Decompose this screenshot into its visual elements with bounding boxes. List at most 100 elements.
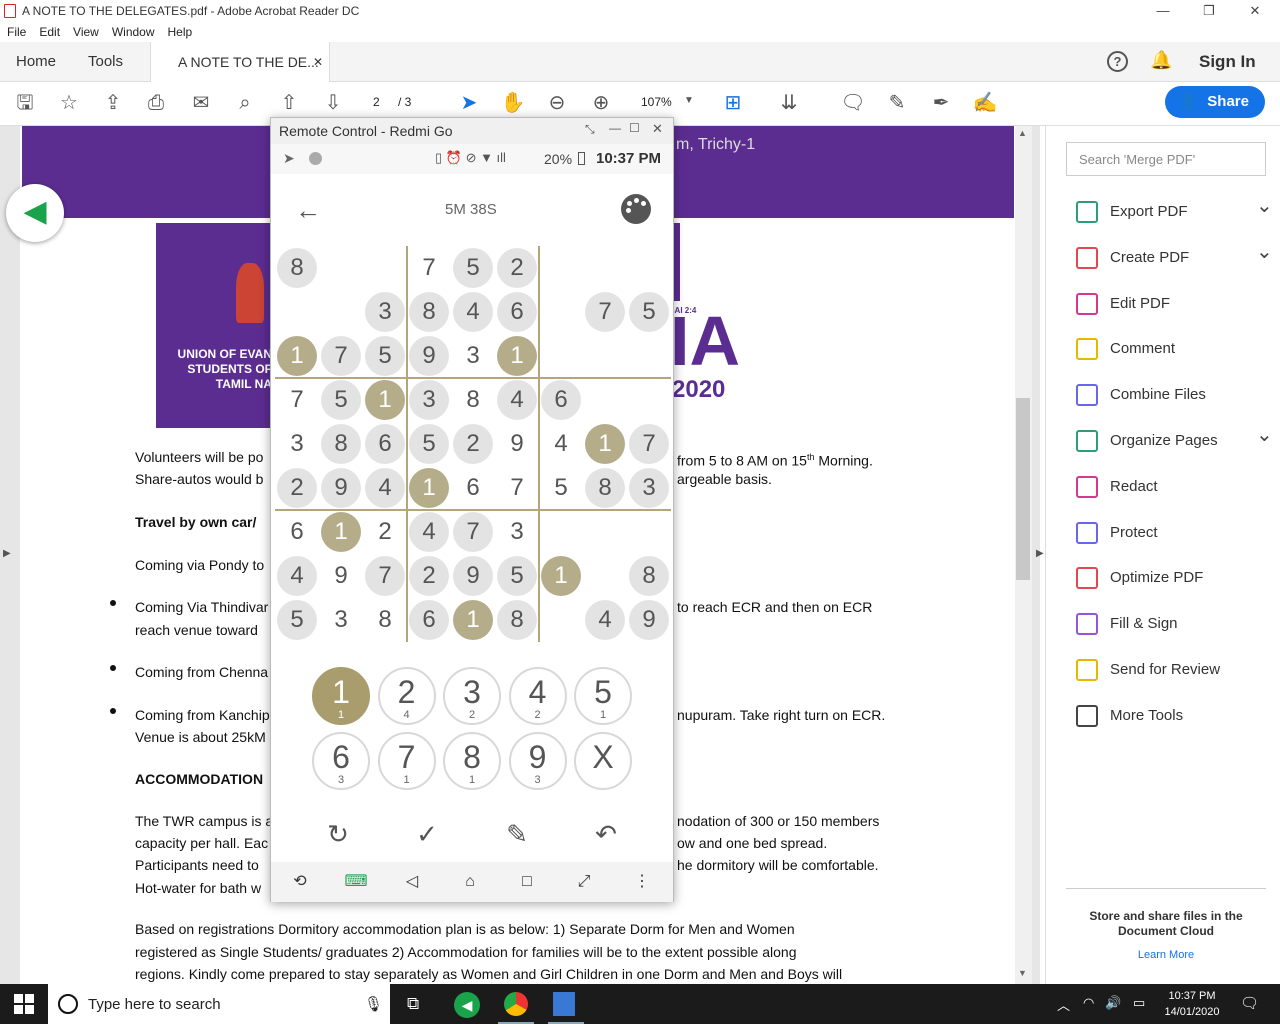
scroll-mode-icon[interactable]: ⇊ <box>776 90 802 116</box>
sudoku-cell[interactable] <box>365 248 405 288</box>
scrollbar-thumb[interactable] <box>1016 398 1030 580</box>
tool-combine-files[interactable]: Combine Files <box>1076 380 1276 410</box>
sudoku-cell[interactable]: 5 <box>541 468 581 508</box>
sign-in-link[interactable]: Sign In <box>1199 42 1256 82</box>
sudoku-cell[interactable] <box>629 248 669 288</box>
airdroid-app-icon[interactable]: ◀ <box>454 992 480 1018</box>
search-zoom-icon[interactable]: ⌕ <box>232 90 258 116</box>
restore-button[interactable]: ❐ <box>1186 0 1232 22</box>
sudoku-cell[interactable]: 8 <box>409 292 449 332</box>
sudoku-cell[interactable] <box>321 248 361 288</box>
sudoku-cell[interactable] <box>629 336 669 376</box>
sudoku-cell[interactable]: 8 <box>365 600 405 640</box>
nav-home-icon[interactable]: ⌂ <box>457 870 483 894</box>
game-back-icon[interactable]: ← <box>295 195 321 226</box>
upload-icon[interactable]: ⇪ <box>100 90 126 116</box>
sudoku-cell[interactable] <box>277 292 317 332</box>
sudoku-cell[interactable]: 6 <box>277 512 317 552</box>
sudoku-cell[interactable]: 5 <box>453 248 493 288</box>
numpad-key[interactable]: 51 <box>574 667 632 725</box>
tool-protect[interactable]: Protect <box>1076 518 1276 548</box>
sudoku-cell[interactable] <box>629 380 669 420</box>
learn-more-link[interactable]: Learn More <box>1071 949 1261 961</box>
tab-close-icon[interactable]: ✕ <box>313 42 323 82</box>
sudoku-cell[interactable]: 1 <box>541 556 581 596</box>
sudoku-cell[interactable]: 5 <box>365 336 405 376</box>
highlight-icon[interactable]: ✎ <box>884 90 910 116</box>
remote-maximize-button[interactable]: ☐ <box>629 121 640 135</box>
scroll-down-icon[interactable]: ▼ <box>1018 968 1027 978</box>
network-icon[interactable]: ◠ <box>1083 995 1094 1011</box>
remote-close-button[interactable]: ✕ <box>652 121 663 137</box>
sudoku-cell[interactable]: 8 <box>321 424 361 464</box>
sudoku-cell[interactable] <box>585 336 625 376</box>
sudoku-cell[interactable]: 8 <box>585 468 625 508</box>
sudoku-cell[interactable]: 2 <box>365 512 405 552</box>
sudoku-grid[interactable]: 8752384675175931751384638652941729416758… <box>275 246 671 642</box>
sudoku-cell[interactable]: 4 <box>409 512 449 552</box>
sudoku-cell[interactable]: 1 <box>277 336 317 376</box>
numpad-key[interactable]: X <box>574 732 632 790</box>
fill-tool-icon[interactable]: ✍ <box>972 90 998 116</box>
sudoku-cell[interactable]: 8 <box>629 556 669 596</box>
zoom-out-icon[interactable]: ⊖ <box>544 90 570 116</box>
chevron-down-icon[interactable]: ⌄ <box>1256 237 1273 267</box>
sudoku-cell[interactable]: 3 <box>365 292 405 332</box>
sudoku-cell[interactable]: 5 <box>321 380 361 420</box>
page-fit-icon[interactable]: ⊞ <box>720 90 746 116</box>
sudoku-cell[interactable]: 4 <box>541 424 581 464</box>
sudoku-cell[interactable]: 3 <box>629 468 669 508</box>
tool-fill-sign[interactable]: Fill & Sign <box>1076 609 1276 639</box>
page-up-icon[interactable]: ⇧ <box>276 90 302 116</box>
left-panel-toggle-icon[interactable]: ▶ <box>3 548 11 559</box>
sudoku-cell[interactable]: 2 <box>277 468 317 508</box>
sudoku-cell[interactable]: 3 <box>497 512 537 552</box>
tool-more-tools[interactable]: More Tools <box>1076 701 1276 731</box>
sudoku-cell[interactable]: 5 <box>277 600 317 640</box>
sudoku-cell[interactable]: 8 <box>497 600 537 640</box>
numpad-key[interactable]: 42 <box>508 667 567 725</box>
volume-icon[interactable]: 🔊 <box>1105 995 1121 1011</box>
fullscreen-icon[interactable]: ⤢ <box>571 870 597 894</box>
select-cursor-icon[interactable]: ➤ <box>456 90 482 116</box>
sudoku-cell[interactable]: 7 <box>321 336 361 376</box>
sudoku-cell[interactable]: 7 <box>629 424 669 464</box>
sudoku-cell[interactable]: 3 <box>321 600 361 640</box>
tray-chevron-icon[interactable]: ︿ <box>1057 995 1070 1014</box>
chevron-down-icon[interactable]: ⌄ <box>1256 191 1273 221</box>
email-icon[interactable]: ✉ <box>188 90 214 116</box>
sudoku-cell[interactable] <box>541 512 581 552</box>
bell-icon[interactable]: 🔔 <box>1150 50 1172 71</box>
sudoku-cell[interactable]: 4 <box>453 292 493 332</box>
check-icon[interactable]: ✓ <box>407 814 447 854</box>
sudoku-cell[interactable] <box>541 248 581 288</box>
remote-back-arrow-icon[interactable]: ◀ <box>6 184 64 242</box>
rotate-icon[interactable]: ⟲ <box>287 870 313 894</box>
pencil-icon[interactable]: ✎ <box>497 814 537 854</box>
sudoku-cell[interactable]: 7 <box>365 556 405 596</box>
sudoku-cell[interactable]: 4 <box>365 468 405 508</box>
tray-clock[interactable]: 10:37 PM 14/01/2020 <box>1160 988 1224 1020</box>
sudoku-cell[interactable]: 8 <box>277 248 317 288</box>
nav-recents-icon[interactable]: □ <box>514 870 540 894</box>
hand-tool-icon[interactable]: ✋ <box>500 90 526 116</box>
sudoku-cell[interactable]: 5 <box>629 292 669 332</box>
sudoku-cell[interactable]: 2 <box>453 424 493 464</box>
sudoku-cell[interactable]: 1 <box>409 468 449 508</box>
minimize-button[interactable]: — <box>1140 0 1186 22</box>
notifications-icon[interactable]: 🗨 <box>1240 994 1259 1012</box>
microphone-icon[interactable]: 🎙 <box>364 995 383 1013</box>
sudoku-cell[interactable]: 6 <box>453 468 493 508</box>
sudoku-cell[interactable]: 4 <box>497 380 537 420</box>
tool-create-pdf[interactable]: Create PDF ⌄ <box>1076 241 1276 273</box>
sudoku-cell[interactable]: 6 <box>409 600 449 640</box>
chrome-icon[interactable] <box>504 992 528 1016</box>
sudoku-cell[interactable] <box>541 600 581 640</box>
sudoku-cell[interactable]: 9 <box>321 468 361 508</box>
menu-edit[interactable]: Edit <box>32 22 66 39</box>
chevron-down-icon[interactable]: ⌄ <box>1256 420 1273 450</box>
remote-control-window[interactable]: Remote Control - Redmi Go ⤡ — ☐ ✕ ➤ ▯ ⏰ … <box>270 117 674 902</box>
print-icon[interactable]: ⎙ <box>143 90 169 116</box>
tab-tools[interactable]: Tools <box>88 42 123 82</box>
tab-document[interactable]: A NOTE TO THE DE... ✕ <box>150 42 330 82</box>
